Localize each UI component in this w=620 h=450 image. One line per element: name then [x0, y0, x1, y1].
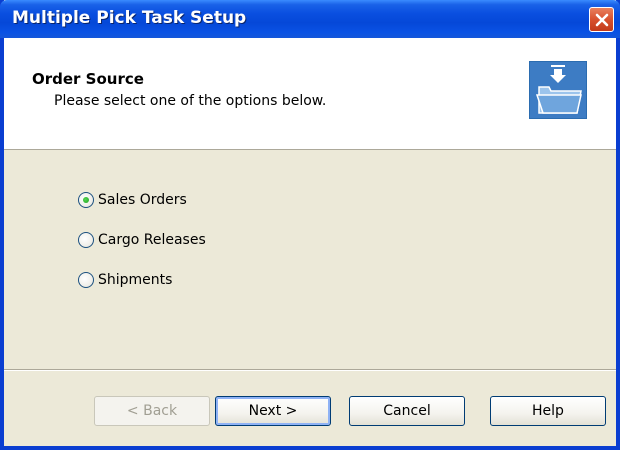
page-subtitle: Please select one of the options below. — [54, 93, 327, 109]
radio-shipments[interactable]: Shipments — [78, 270, 172, 290]
radio-sales-orders[interactable]: Sales Orders — [78, 190, 187, 210]
wizard-window: Multiple Pick Task Setup Order Source Pl… — [0, 0, 620, 450]
folder-arrow-icon — [529, 61, 587, 119]
window-title: Multiple Pick Task Setup — [12, 8, 247, 28]
back-button[interactable]: < Back — [94, 396, 210, 426]
wizard-header: Order Source Please select one of the op… — [4, 38, 616, 150]
radio-label[interactable]: Sales Orders — [98, 192, 187, 208]
cancel-button[interactable]: Cancel — [349, 396, 465, 426]
radio-label[interactable]: Shipments — [98, 272, 172, 288]
close-button[interactable] — [589, 7, 614, 32]
radio-cargo-releases[interactable]: Cargo Releases — [78, 230, 206, 250]
title-bar[interactable]: Multiple Pick Task Setup — [0, 0, 620, 38]
radio-button[interactable] — [78, 272, 94, 288]
radio-label[interactable]: Cargo Releases — [98, 232, 206, 248]
help-button[interactable]: Help — [490, 396, 606, 426]
footer-divider — [4, 369, 616, 371]
radio-button-checked[interactable] — [78, 192, 94, 208]
radio-button[interactable] — [78, 232, 94, 248]
page-title: Order Source — [32, 70, 144, 88]
next-button[interactable]: Next > — [215, 396, 331, 426]
close-icon — [595, 13, 609, 27]
